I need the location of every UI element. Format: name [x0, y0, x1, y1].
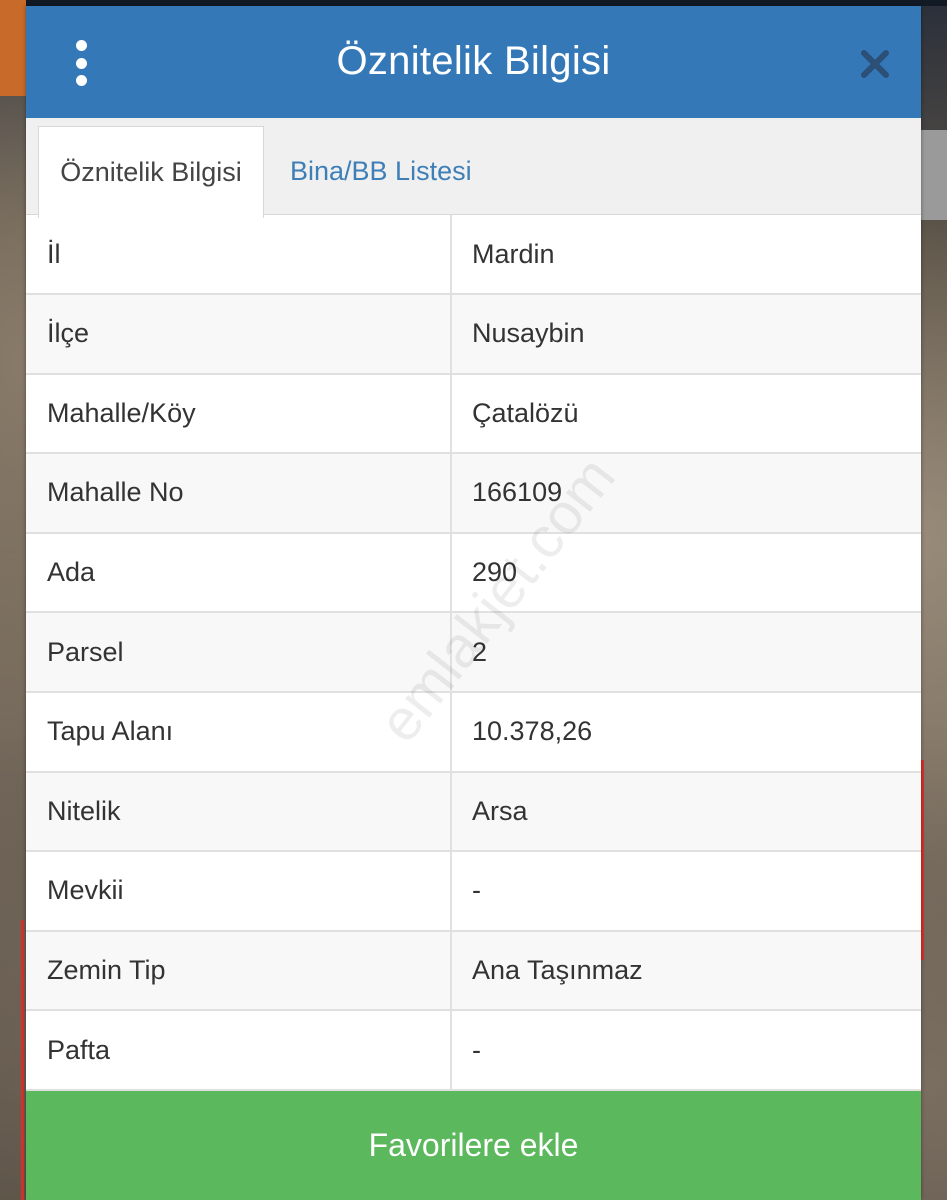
attribute-key: İl — [26, 215, 452, 293]
attribute-key: Pafta — [26, 1011, 452, 1089]
table-row: Zemin Tip Ana Taşınmaz — [26, 931, 921, 1012]
table-row: Mahalle/Köy Çatalözü — [26, 374, 921, 455]
attribute-table: İl Mardin İlçe Nusaybin Mahalle/Köy Çatalözü M… — [26, 215, 921, 1091]
attribute-value: Nusaybin — [472, 318, 585, 349]
attribute-value: - — [472, 875, 481, 906]
attribute-key: Tapu Alanı — [26, 692, 452, 771]
table-row: Parsel 2 — [26, 613, 921, 693]
attribute-value: - — [472, 1034, 481, 1065]
table-row: İl Mardin — [26, 215, 921, 295]
close-icon[interactable] — [857, 46, 893, 82]
attribute-value: Ana Taşınmaz — [472, 955, 643, 986]
more-vertical-icon[interactable] — [66, 40, 96, 86]
attribute-dialog: Öznitelik Bilgisi Öznitelik Bilgisi Bina… — [26, 6, 921, 1200]
tab-attribute-info[interactable]: Öznitelik Bilgisi — [38, 125, 264, 218]
table-row: Mevkii - — [26, 852, 921, 932]
table-row: İlçe Nusaybin — [26, 294, 921, 375]
tab-bar: Öznitelik Bilgisi Bina/BB Listesi — [26, 117, 921, 218]
dialog-title: Öznitelik Bilgisi — [336, 39, 611, 84]
table-row: Nitelik Arsa — [26, 772, 921, 853]
map-fragment — [921, 130, 947, 220]
table-row: Tapu Alanı 10.378,26 — [26, 692, 921, 773]
table-row: Pafta - — [26, 1011, 921, 1091]
attribute-value: 290 — [472, 557, 518, 588]
attribute-value: 166109 — [472, 477, 563, 508]
attribute-key: Mevkii — [26, 852, 452, 930]
table-row: Ada 290 — [26, 533, 921, 614]
attribute-key: Mahalle No — [26, 454, 452, 532]
dialog-header: Öznitelik Bilgisi — [26, 6, 921, 118]
attribute-value: 10.378,26 — [472, 716, 593, 747]
attribute-value: 2 — [472, 636, 488, 667]
map-fragment — [0, 0, 26, 96]
attribute-key: Parsel — [26, 613, 452, 691]
attribute-key: Nitelik — [26, 772, 452, 851]
parcel-boundary-line — [0, 920, 24, 1200]
attribute-key: Ada — [26, 533, 452, 612]
tab-building-list[interactable]: Bina/BB Listesi — [290, 126, 472, 218]
attribute-value: Arsa — [472, 795, 528, 826]
table-row: Mahalle No 166109 — [26, 454, 921, 534]
attribute-key: İlçe — [26, 294, 452, 373]
attribute-key: Zemin Tip — [26, 931, 452, 1010]
attribute-key: Mahalle/Köy — [26, 374, 452, 453]
parcel-boundary-line — [921, 760, 947, 960]
attribute-value: Çatalözü — [472, 397, 579, 428]
attribute-value: Mardin — [472, 238, 555, 269]
add-to-favorites-button[interactable]: Favorilere ekle — [26, 1090, 921, 1200]
